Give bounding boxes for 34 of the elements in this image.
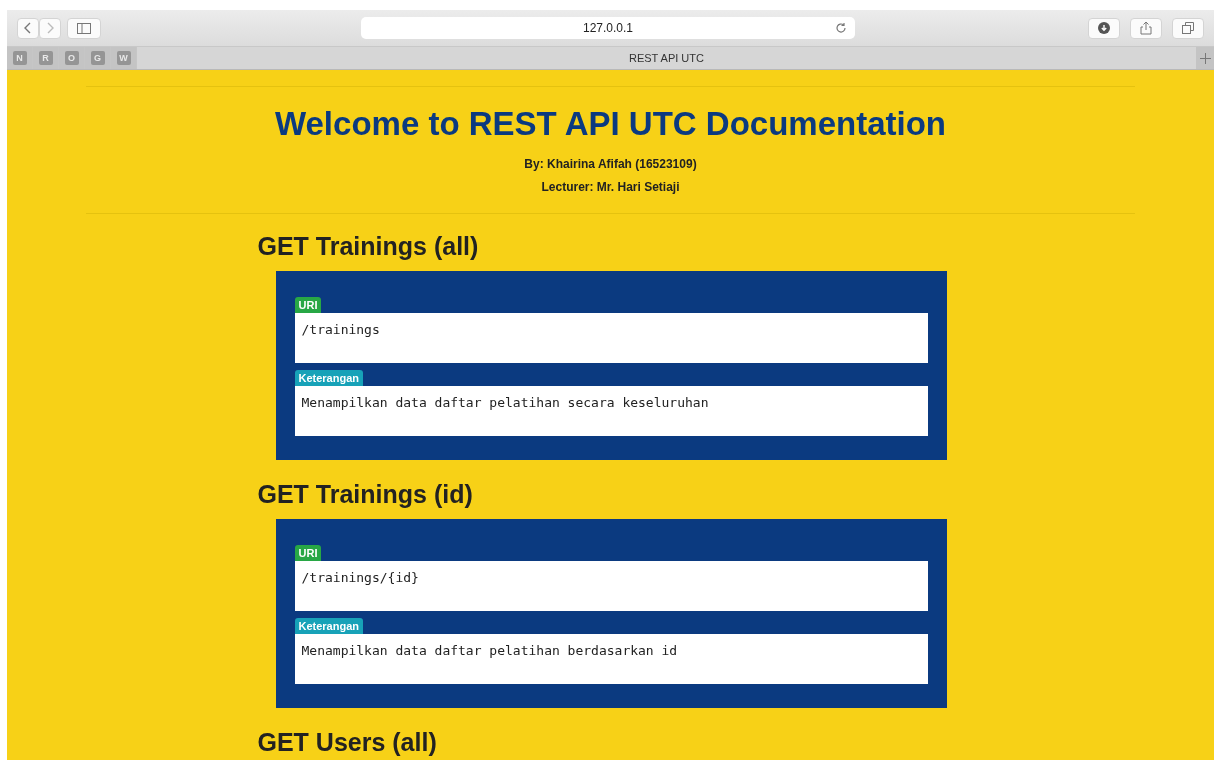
plus-icon bbox=[1199, 52, 1211, 64]
lecturer-text: Lecturer: Mr. Hari Setiaji bbox=[541, 179, 680, 196]
download-button[interactable] bbox=[1088, 17, 1120, 39]
page-title: Welcome to REST API UTC Documentation bbox=[274, 105, 947, 143]
new-tab-button[interactable] bbox=[1196, 47, 1214, 69]
browser-tab[interactable]: REST API UTC bbox=[137, 47, 1196, 69]
description-text: Menampilkan data daftar pelatihan berdasarkan id bbox=[294, 634, 928, 684]
share-icon bbox=[1140, 21, 1152, 35]
section-heading: GET Trainings (all) bbox=[257, 232, 480, 261]
section-heading: GET Trainings (id) bbox=[257, 480, 474, 509]
sidebar-button[interactable] bbox=[67, 17, 101, 39]
bookmark-icon[interactable]: R bbox=[38, 51, 53, 65]
bookmark-icon[interactable]: W bbox=[116, 51, 131, 65]
sidebar-icon bbox=[77, 22, 91, 34]
bookmark-icon[interactable]: N bbox=[12, 51, 27, 65]
bookmark-icon[interactable]: G bbox=[90, 51, 105, 65]
back-button[interactable] bbox=[17, 17, 39, 39]
author-text: By: Khairina Afifah (16523109) bbox=[524, 156, 697, 173]
bookmark-icon[interactable]: O bbox=[64, 51, 79, 65]
tabs-icon bbox=[1182, 22, 1194, 34]
address-field[interactable]: 127.0.0.1 bbox=[361, 17, 855, 39]
description-text: Menampilkan data daftar pelatihan secara keseluruhan bbox=[294, 386, 928, 436]
section-heading: GET Users (all) bbox=[257, 728, 438, 757]
reload-icon[interactable] bbox=[835, 22, 847, 34]
description-label: Keterangan bbox=[294, 618, 364, 634]
uri-label: URI bbox=[294, 545, 322, 561]
download-icon bbox=[1098, 22, 1110, 34]
uri-text: /trainings bbox=[294, 313, 928, 363]
chevron-left-icon bbox=[24, 22, 32, 34]
description-label: Keterangan bbox=[294, 370, 364, 386]
tabs-button[interactable] bbox=[1172, 17, 1204, 39]
uri-label: URI bbox=[294, 297, 322, 313]
chevron-right-icon bbox=[46, 22, 54, 34]
uri-text: /trainings/{id} bbox=[294, 561, 928, 611]
